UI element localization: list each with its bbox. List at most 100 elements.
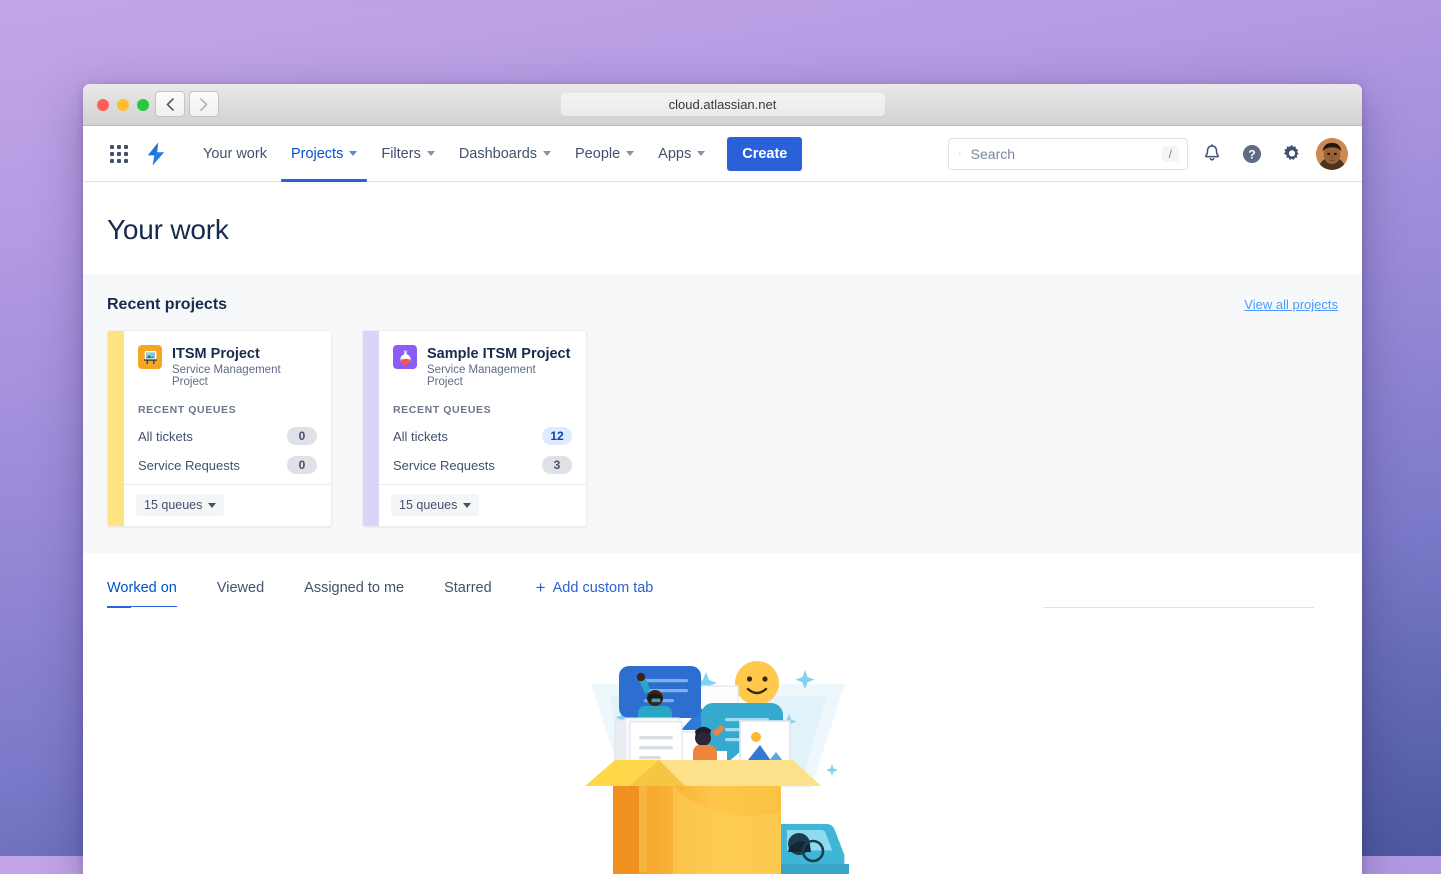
- flask-potion-glyph: [397, 349, 414, 366]
- settings-button[interactable]: [1276, 138, 1308, 170]
- chevron-down-icon: [543, 151, 551, 156]
- minimize-window-button[interactable]: [117, 99, 129, 111]
- page-content: Your work Recent projects View all proje…: [83, 182, 1362, 874]
- nav-item-dashboards[interactable]: Dashboards: [449, 126, 561, 182]
- queue-row[interactable]: Service Requests 3: [393, 456, 572, 474]
- jira-bolt-icon: [145, 142, 167, 166]
- easel-picture-glyph: [142, 349, 159, 366]
- tabs-divider: [131, 607, 1314, 608]
- chevron-right-icon: [200, 98, 208, 111]
- avatar[interactable]: [1316, 138, 1348, 170]
- chevron-down-icon: [349, 151, 357, 156]
- tab-viewed[interactable]: Viewed: [209, 580, 272, 608]
- work-tabs-row: Worked on Viewed Assigned to me Starred …: [83, 553, 1362, 608]
- nav-item-label: Projects: [291, 146, 343, 162]
- project-card-stripe: [108, 331, 124, 526]
- tab-worked-on[interactable]: Worked on: [107, 580, 185, 608]
- recent-projects-header: Recent projects View all projects: [107, 296, 1338, 314]
- project-card-footer: 15 queues: [124, 484, 331, 526]
- project-type: Service Management Project: [172, 364, 317, 388]
- easel-picture-icon: [138, 345, 162, 369]
- nav-right-actions: / ?: [948, 138, 1348, 170]
- global-navigation: Your work Projects Filters Dashboards Pe…: [83, 126, 1362, 182]
- nav-item-filters[interactable]: Filters: [371, 126, 444, 182]
- project-card[interactable]: Sample ITSM Project Service Management P…: [362, 330, 587, 527]
- search-input[interactable]: [969, 145, 1154, 163]
- plus-icon: +: [536, 579, 546, 596]
- chevron-down-icon: [626, 151, 634, 156]
- gear-icon: [1282, 144, 1302, 164]
- queue-row[interactable]: All tickets 12: [393, 427, 572, 445]
- forward-button[interactable]: [189, 91, 219, 117]
- queue-name: Service Requests: [393, 458, 495, 473]
- delivery-truck-box-illustration: [573, 648, 873, 874]
- tab-starred[interactable]: Starred: [436, 580, 500, 608]
- project-name: Sample ITSM Project: [427, 345, 572, 363]
- search-icon: [959, 146, 961, 161]
- browser-window: cloud.atlassian.net Your work Projects: [83, 84, 1362, 874]
- tab-label: Starred: [444, 580, 492, 596]
- project-type: Service Management Project: [427, 364, 572, 388]
- grid-menu-icon: [110, 145, 128, 163]
- add-custom-tab-label: Add custom tab: [553, 580, 654, 596]
- nav-item-label: Filters: [381, 146, 420, 162]
- address-bar[interactable]: cloud.atlassian.net: [561, 93, 885, 116]
- maximize-window-button[interactable]: [137, 99, 149, 111]
- search-box[interactable]: /: [948, 138, 1188, 170]
- recent-queues-label: RECENT QUEUES: [393, 404, 572, 416]
- tab-label: Assigned to me: [304, 580, 404, 596]
- address-bar-url: cloud.atlassian.net: [669, 97, 777, 112]
- queue-row[interactable]: Service Requests 0: [138, 456, 317, 474]
- project-cards: ITSM Project Service Management Project …: [107, 330, 1338, 527]
- svg-text:?: ?: [1248, 147, 1255, 161]
- recent-projects-section: Recent projects View all projects: [83, 274, 1362, 553]
- project-card-footer: 15 queues: [379, 484, 586, 526]
- nav-item-label: Apps: [658, 146, 691, 162]
- view-all-projects-link[interactable]: View all projects: [1244, 297, 1338, 312]
- nav-links: Your work Projects Filters Dashboards Pe…: [193, 126, 802, 182]
- nav-item-your-work[interactable]: Your work: [193, 126, 277, 182]
- close-window-button[interactable]: [97, 99, 109, 111]
- jira-logo[interactable]: [139, 138, 173, 170]
- project-name: ITSM Project: [172, 345, 317, 363]
- chevron-down-icon: [463, 503, 471, 508]
- question-circle-icon: ?: [1242, 144, 1262, 164]
- queue-row[interactable]: All tickets 0: [138, 427, 317, 445]
- queues-dropdown-button[interactable]: 15 queues: [391, 494, 479, 516]
- window-controls: [97, 99, 149, 111]
- tab-label: Viewed: [217, 580, 264, 596]
- queue-name: All tickets: [138, 429, 193, 444]
- recent-queues-label: RECENT QUEUES: [138, 404, 317, 416]
- bell-icon: [1203, 144, 1221, 163]
- queue-count-badge: 0: [287, 427, 317, 445]
- browser-nav-buttons: [155, 91, 219, 117]
- nav-item-people[interactable]: People: [565, 126, 644, 182]
- nav-item-apps[interactable]: Apps: [648, 126, 715, 182]
- chevron-down-icon: [697, 151, 705, 156]
- chevron-down-icon: [208, 503, 216, 508]
- queues-dropdown-label: 15 queues: [144, 498, 202, 512]
- queue-count-badge: 0: [287, 456, 317, 474]
- browser-titlebar: cloud.atlassian.net: [83, 84, 1362, 126]
- queue-name: All tickets: [393, 429, 448, 444]
- search-shortcut-hint: /: [1162, 146, 1179, 162]
- back-button[interactable]: [155, 91, 185, 117]
- queues-dropdown-button[interactable]: 15 queues: [136, 494, 224, 516]
- queues-dropdown-label: 15 queues: [399, 498, 457, 512]
- work-tabs: Worked on Viewed Assigned to me Starred …: [107, 579, 1338, 608]
- chevron-left-icon: [166, 98, 174, 111]
- page-title: Your work: [83, 182, 1362, 246]
- nav-item-projects[interactable]: Projects: [281, 126, 367, 182]
- create-button[interactable]: Create: [727, 137, 802, 171]
- nav-item-label: Your work: [203, 146, 267, 162]
- project-card-stripe: [363, 331, 379, 526]
- add-custom-tab-button[interactable]: + Add custom tab: [536, 579, 654, 608]
- avatar-photo-icon: [1316, 138, 1348, 170]
- app-switcher-button[interactable]: [103, 138, 135, 170]
- queue-name: Service Requests: [138, 458, 240, 473]
- project-card[interactable]: ITSM Project Service Management Project …: [107, 330, 332, 527]
- tab-assigned-to-me[interactable]: Assigned to me: [296, 580, 412, 608]
- help-button[interactable]: ?: [1236, 138, 1268, 170]
- queue-count-badge: 12: [542, 427, 572, 445]
- notifications-button[interactable]: [1196, 138, 1228, 170]
